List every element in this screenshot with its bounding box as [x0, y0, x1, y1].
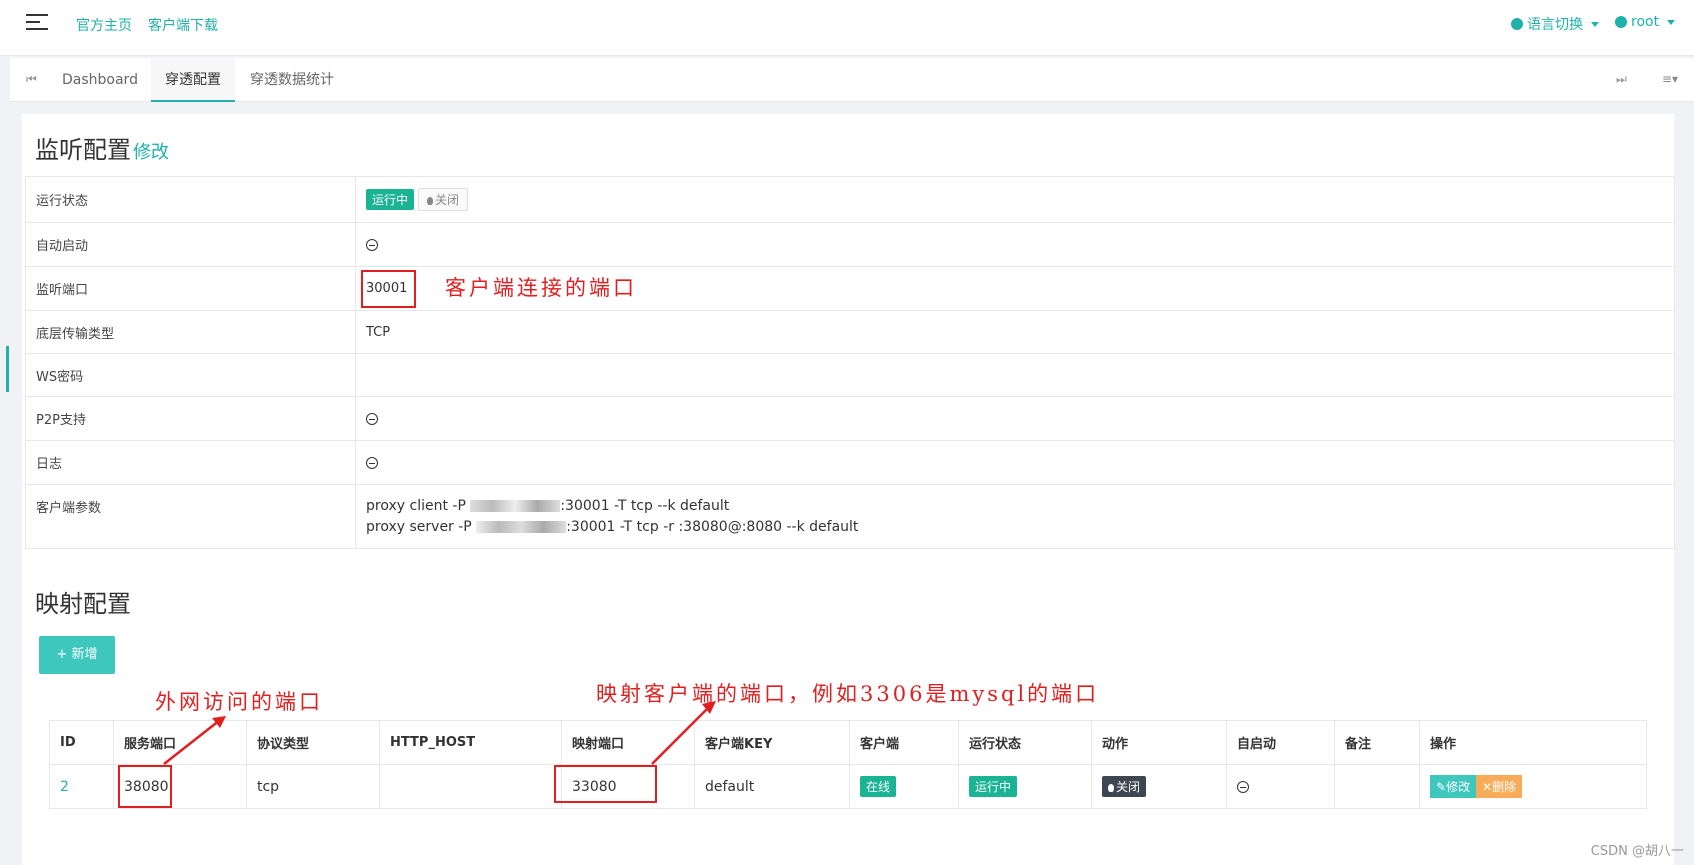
top-navbar: 官方主页 客户端下载 语言切换 root [0, 0, 1694, 56]
stop-button[interactable]: 关闭 [418, 188, 469, 211]
row-remark [1334, 764, 1420, 809]
tab-tunnel-stats[interactable]: 穿透数据统计 [236, 58, 348, 102]
autostart-label: 自动启动 [25, 222, 356, 267]
status-label: 运行状态 [25, 176, 356, 223]
user-menu[interactable]: root [1615, 14, 1676, 30]
status-value: 运行中 关闭 [355, 176, 1675, 223]
col-http-host: HTTP_HOST [379, 720, 562, 765]
log-label: 日志 [25, 440, 356, 485]
col-operation: 操作 [1419, 720, 1647, 765]
tab-dashboard[interactable]: Dashboard [48, 58, 152, 102]
arrow-annotation [163, 716, 226, 765]
menu-icon[interactable] [26, 14, 48, 32]
row-client-key: default [694, 764, 850, 809]
online-badge: 在线 [860, 776, 897, 797]
col-client: 客户端 [849, 720, 959, 765]
mapping-config-title: 映射配置 [35, 590, 131, 618]
col-action: 动作 [1091, 720, 1227, 765]
table-row: 2 38080 tcp 33080 default 在线 运行中 关闭 ✎修改 ✕… [49, 764, 1647, 809]
stop-button[interactable]: 关闭 [1102, 776, 1147, 797]
col-protocol: 协议类型 [246, 720, 380, 765]
bulb-icon [1108, 784, 1114, 792]
tab-next-icon[interactable]: ⏭ [1616, 72, 1627, 87]
pencil-icon: ✎ [1436, 780, 1447, 794]
globe-icon [1511, 18, 1523, 30]
running-badge: 运行中 [366, 189, 415, 210]
caret-down-icon [1591, 21, 1599, 27]
col-remark: 备注 [1334, 720, 1420, 765]
language-switch[interactable]: 语言切换 [1511, 14, 1599, 34]
close-icon: ✕ [1482, 780, 1493, 794]
watermark: CSDN @胡八一 [1590, 844, 1684, 859]
highlight-box [118, 765, 172, 808]
listen-edit-link[interactable]: 修改 [133, 142, 169, 163]
client-params-value: proxy client -P :30001 -T tcp --k defaul… [355, 484, 1675, 549]
row-id-link[interactable]: 2 [60, 779, 69, 795]
user-icon [1615, 16, 1627, 28]
client-params-label: 客户端参数 [25, 484, 356, 549]
minus-circle-icon [366, 456, 378, 469]
minus-circle-icon [366, 238, 378, 251]
col-id: ID [49, 720, 114, 765]
col-autostart: 自启动 [1226, 720, 1335, 765]
blurred-ip [470, 499, 561, 512]
p2p-label: P2P支持 [25, 396, 356, 441]
tab-tunnel-config[interactable]: 穿透配置 [151, 58, 235, 102]
delete-button[interactable]: ✕删除 [1476, 775, 1523, 798]
annotation-listen-port: 客户端连接的端口 [445, 276, 637, 300]
arrow-annotation [651, 701, 716, 765]
highlight-box [361, 270, 416, 308]
listen-config-title: 监听配置 修改 [35, 136, 169, 164]
tab-menu-icon[interactable]: ≡▾ [1662, 72, 1678, 86]
client-download-link[interactable]: 客户端下载 [148, 15, 218, 35]
add-mapping-button[interactable]: + 新增 [39, 636, 115, 674]
caret-down-icon [1667, 19, 1676, 25]
blurred-ip [476, 520, 567, 533]
tab-bar: ⏮ Dashboard 穿透配置 穿透数据统计 ⏭ ≡▾ [10, 58, 1694, 102]
transport-value: TCP [355, 310, 1675, 354]
minus-circle-icon [1237, 780, 1249, 793]
mapping-table: ID 服务端口 协议类型 HTTP_HOST 映射端口 客户端KEY 客户端 运… [49, 720, 1647, 809]
official-home-link[interactable]: 官方主页 [76, 15, 132, 35]
minus-circle-icon [366, 412, 378, 425]
table-header-row: ID 服务端口 协议类型 HTTP_HOST 映射端口 客户端KEY 客户端 运… [49, 720, 1647, 765]
sidebar-indicator [6, 346, 9, 392]
col-run-status: 运行状态 [958, 720, 1092, 765]
transport-label: 底层传输类型 [25, 310, 356, 354]
bulb-icon [427, 197, 434, 205]
edit-button[interactable]: ✎修改 [1430, 775, 1477, 798]
highlight-box [554, 765, 657, 803]
tab-prev-icon[interactable]: ⏮ [26, 72, 37, 87]
row-http-host [379, 764, 562, 809]
ws-password-label: WS密码 [25, 353, 356, 397]
listen-config-table: 运行状态 运行中 关闭 自动启动 监听端口 30001 底层传输类型 TCP WS… [25, 176, 1675, 549]
port-label: 监听端口 [25, 266, 356, 311]
row-protocol: tcp [246, 764, 380, 809]
running-badge: 运行中 [969, 776, 1018, 797]
ws-password-value [355, 353, 1675, 397]
